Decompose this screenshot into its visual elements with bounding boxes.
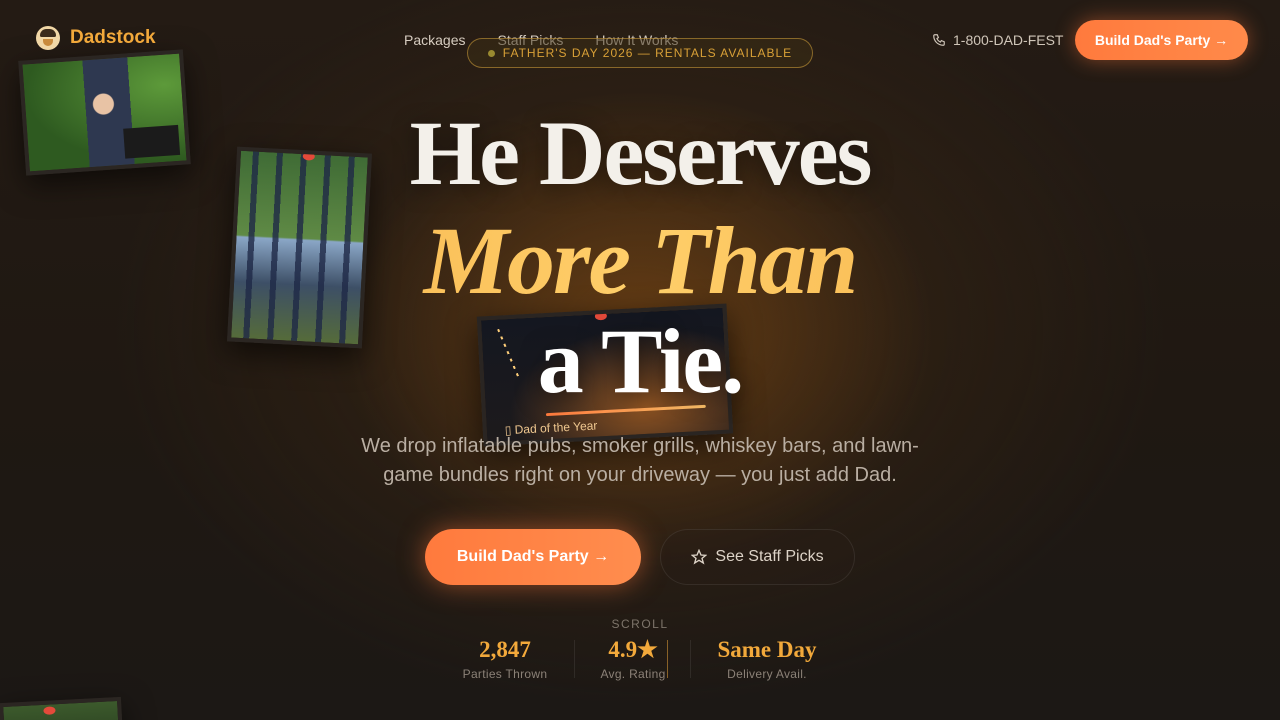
star-icon <box>691 549 708 565</box>
hero-headline-line-3: a Tie. <box>0 308 1280 414</box>
stat-divider <box>690 640 691 678</box>
stat-label: Avg. Rating <box>600 667 666 681</box>
scroll-hint: SCROLL <box>611 617 669 631</box>
stat-parties-thrown: 2,847 Parties Thrown <box>455 637 555 681</box>
hero-headline-line-2: More Than <box>0 205 1280 316</box>
phone-link[interactable]: 1-800-DAD-FEST <box>932 32 1063 48</box>
stat-value: 4.9★ <box>608 637 658 662</box>
header-build-party-button[interactable]: Build Dad's Party → <box>1075 20 1248 60</box>
stat-same-day-delivery: Same Day Delivery Avail. <box>712 637 822 681</box>
badge-text: FATHER'S DAY 2026 — RENTALS AVAILABLE <box>502 46 793 60</box>
stat-label: Parties Thrown <box>462 667 548 681</box>
stat-divider <box>574 640 575 678</box>
pin-icon <box>43 706 56 715</box>
phone-icon <box>933 34 945 46</box>
stat-avg-rating: 4.9★ Avg. Rating <box>592 637 674 681</box>
brand-name: Dadstock <box>70 27 156 48</box>
phone-number: 1-800-DAD-FEST <box>953 32 1064 48</box>
hero-headline-line-3-text: a Tie. <box>537 310 744 412</box>
status-dot-icon <box>487 49 495 57</box>
brand-logo-link[interactable]: Dadstock <box>36 26 156 50</box>
see-staff-picks-label: See Staff Picks <box>715 548 824 565</box>
see-staff-picks-button[interactable]: See Staff Picks <box>660 529 855 585</box>
hero-headline-line-1: He Deserves <box>409 102 873 204</box>
stat-value: 2,847 <box>479 637 531 662</box>
dad-face-icon <box>36 26 60 50</box>
stat-value: Same Day <box>717 637 817 662</box>
hero-subtext: We drop inflatable pubs, smoker grills, … <box>361 435 919 486</box>
nav-item-packages[interactable]: Packages <box>404 32 465 48</box>
scroll-indicator-line <box>667 640 668 678</box>
availability-badge: FATHER'S DAY 2026 — RENTALS AVAILABLE <box>467 38 813 68</box>
stat-label: Delivery Avail. <box>727 667 807 681</box>
build-party-button[interactable]: Build Dad's Party → <box>425 529 641 585</box>
party-photo-lawn <box>0 696 123 720</box>
